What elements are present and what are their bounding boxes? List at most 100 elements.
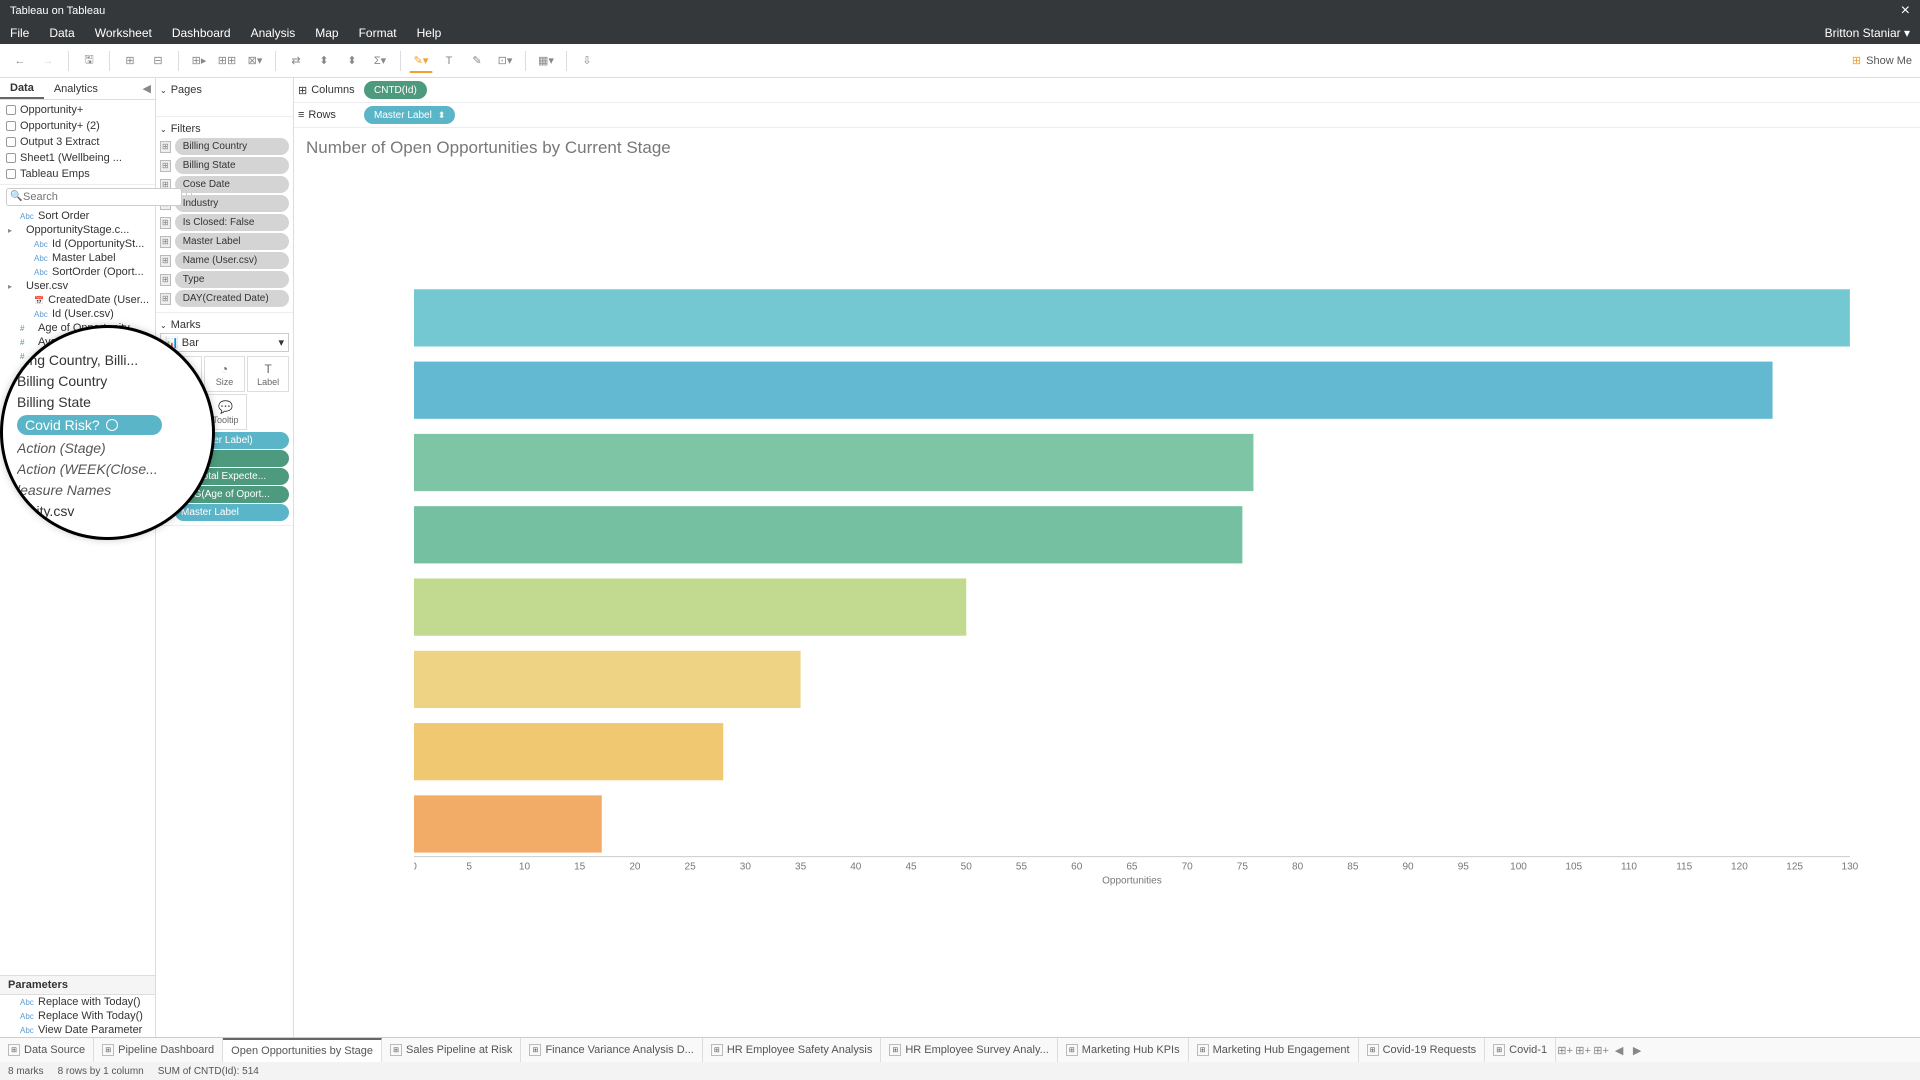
filter-pill[interactable]: Billing Country xyxy=(175,138,289,155)
tab-nav-button[interactable]: ◀ xyxy=(1610,1038,1628,1062)
sheet-tab[interactable]: ⊞Marketing Hub KPIs xyxy=(1058,1038,1189,1062)
chart-bar[interactable] xyxy=(414,506,1242,563)
field-item[interactable]: 📅CreatedDate (User... xyxy=(0,293,155,307)
menu-file[interactable]: File xyxy=(10,26,29,40)
sheet-tab[interactable]: ⊞Finance Variance Analysis D... xyxy=(521,1038,702,1062)
sheet-tab[interactable]: ⊞HR Employee Safety Analysis xyxy=(703,1038,882,1062)
magnifier-field[interactable]: leasure Names xyxy=(17,482,202,498)
save-button[interactable]: 🖫 xyxy=(77,49,101,73)
menu-dashboard[interactable]: Dashboard xyxy=(172,26,231,40)
parameter-item[interactable]: AbcView Date Parameter xyxy=(0,1023,155,1037)
sheet-tab[interactable]: ⊞Pipeline Dashboard xyxy=(94,1038,223,1062)
field-item[interactable]: AbcSortOrder (Oport... xyxy=(0,265,155,279)
tab-nav-button[interactable]: ⊞+ xyxy=(1574,1038,1592,1062)
tab-nav-button[interactable]: ⊞+ xyxy=(1592,1038,1610,1062)
close-icon[interactable]: × xyxy=(1901,2,1910,20)
pages-shelf[interactable]: ⌄Pages xyxy=(160,82,289,98)
data-tab[interactable]: Data xyxy=(0,78,44,99)
filter-pill[interactable]: Is Closed: False xyxy=(175,214,289,231)
label-button[interactable]: T xyxy=(437,49,461,73)
filter-pill[interactable]: DAY(Created Date) xyxy=(175,290,289,307)
datasource-item[interactable]: Tableau Emps xyxy=(0,166,155,182)
parameter-item[interactable]: AbcReplace With Today() xyxy=(0,1009,155,1023)
datasource-item[interactable]: Opportunity+ xyxy=(0,102,155,118)
mark-pill[interactable]: Master Label xyxy=(175,504,289,521)
mark-card-label[interactable]: TLabel xyxy=(247,356,289,392)
chart-bar[interactable] xyxy=(414,651,801,708)
menu-analysis[interactable]: Analysis xyxy=(251,26,296,40)
magnifier-field[interactable]: Billing State xyxy=(17,394,202,410)
mark-type-select[interactable]: 📊 Bar▾ xyxy=(160,333,289,352)
chart-bar[interactable] xyxy=(414,434,1253,491)
user-menu[interactable]: Britton Staniar ▾ xyxy=(1825,26,1910,40)
sheet-tab[interactable]: ⊞Sales Pipeline at Risk xyxy=(382,1038,521,1062)
field-item[interactable]: AbcSort Order xyxy=(0,209,155,223)
menu-worksheet[interactable]: Worksheet xyxy=(95,26,152,40)
clear-button[interactable]: ⊠▾ xyxy=(243,49,267,73)
sheet-tab[interactable]: ⊞Marketing Hub Engagement xyxy=(1189,1038,1359,1062)
duplicate-button[interactable]: ⊞⊞ xyxy=(215,49,239,73)
format-button[interactable]: ✎ xyxy=(465,49,489,73)
back-button[interactable]: ← xyxy=(8,49,32,73)
pause-button[interactable]: ⊟ xyxy=(146,49,170,73)
sheet-tab[interactable]: Open Opportunities by Stage xyxy=(223,1038,382,1062)
menu-format[interactable]: Format xyxy=(359,26,397,40)
filters-shelf[interactable]: ⌄Filters xyxy=(160,121,289,137)
presentation-button[interactable]: ▦▾ xyxy=(534,49,558,73)
field-item[interactable]: AbcId (OpportunitySt... xyxy=(0,237,155,251)
download-button[interactable]: ⇩ xyxy=(575,49,599,73)
sheet-tab[interactable]: ⊞Data Source xyxy=(0,1038,94,1062)
new-datasource-button[interactable]: ⊞ xyxy=(118,49,142,73)
columns-pill[interactable]: CNTD(Id) xyxy=(364,81,427,99)
magnifier-field[interactable]: illing Country, Billi... xyxy=(17,352,202,368)
forward-button[interactable]: → xyxy=(36,49,60,73)
field-item[interactable]: ▸OpportunityStage.c... xyxy=(0,223,155,237)
sheet-tab[interactable]: ⊞Covid-1 xyxy=(1485,1038,1556,1062)
chart-area[interactable]: ProspectingQualificationNeeds AnalysisVa… xyxy=(294,162,1920,1037)
totals-button[interactable]: Σ▾ xyxy=(368,49,392,73)
filter-pill[interactable]: Cose Date xyxy=(175,176,289,193)
menu-help[interactable]: Help xyxy=(417,26,442,40)
datasource-item[interactable]: Opportunity+ (2) xyxy=(0,118,155,134)
sheet-tab[interactable]: ⊞Covid-19 Requests xyxy=(1359,1038,1486,1062)
chart-bar[interactable] xyxy=(414,723,723,780)
chart-bar[interactable] xyxy=(414,578,966,635)
chart-bar[interactable] xyxy=(414,289,1850,346)
rows-pill[interactable]: Master Label⬍ xyxy=(364,106,455,124)
tab-nav-button[interactable]: ▶ xyxy=(1628,1038,1646,1062)
filter-pill[interactable]: Master Label xyxy=(175,233,289,250)
magnifier-field[interactable]: Action (WEEK(Close... xyxy=(17,461,202,477)
fit-button[interactable]: ⊡▾ xyxy=(493,49,517,73)
menu-data[interactable]: Data xyxy=(49,26,74,40)
chart-bar[interactable] xyxy=(414,795,602,852)
new-worksheet-button[interactable]: ⊞▸ xyxy=(187,49,211,73)
tab-nav-button[interactable]: ⊞+ xyxy=(1556,1038,1574,1062)
field-item[interactable]: ▸User.csv xyxy=(0,279,155,293)
filter-pill[interactable]: Type xyxy=(175,271,289,288)
sort-desc-button[interactable]: ⬍ xyxy=(340,49,364,73)
filter-pill[interactable]: Name (User.csv) xyxy=(175,252,289,269)
mark-card-size[interactable]: ◔Size xyxy=(204,356,246,392)
filter-pill[interactable]: Industry xyxy=(175,195,289,212)
highlight-button[interactable]: ✎▾ xyxy=(409,49,433,73)
field-item[interactable]: AbcId (User.csv) xyxy=(0,307,155,321)
filter-pill[interactable]: Billing State xyxy=(175,157,289,174)
sheet-tab[interactable]: ⊞HR Employee Survey Analy... xyxy=(881,1038,1057,1062)
swap-button[interactable]: ⇄ xyxy=(284,49,308,73)
menu-map[interactable]: Map xyxy=(315,26,338,40)
magnifier-field[interactable]: Billing Country xyxy=(17,373,202,389)
magnifier-field-covid[interactable]: Covid Risk? xyxy=(17,415,162,435)
datasource-item[interactable]: Sheet1 (Wellbeing ... xyxy=(0,150,155,166)
datasource-item[interactable]: Output 3 Extract xyxy=(0,134,155,150)
analytics-tab[interactable]: Analytics xyxy=(44,78,108,99)
field-item[interactable]: AbcMaster Label xyxy=(0,251,155,265)
chart-bar[interactable] xyxy=(414,362,1773,419)
magnifier-field[interactable]: tunity.csv xyxy=(17,503,202,519)
magnifier-field[interactable]: Action (Stage) xyxy=(17,440,202,456)
search-input[interactable] xyxy=(6,188,182,206)
marks-shelf[interactable]: ⌄Marks xyxy=(160,317,289,333)
parameter-item[interactable]: AbcReplace with Today() xyxy=(0,995,155,1009)
sort-asc-button[interactable]: ⬍ xyxy=(312,49,336,73)
collapse-pane-icon[interactable]: ◀ xyxy=(143,82,151,95)
showme-button[interactable]: ⊞ Show Me xyxy=(1852,54,1912,67)
